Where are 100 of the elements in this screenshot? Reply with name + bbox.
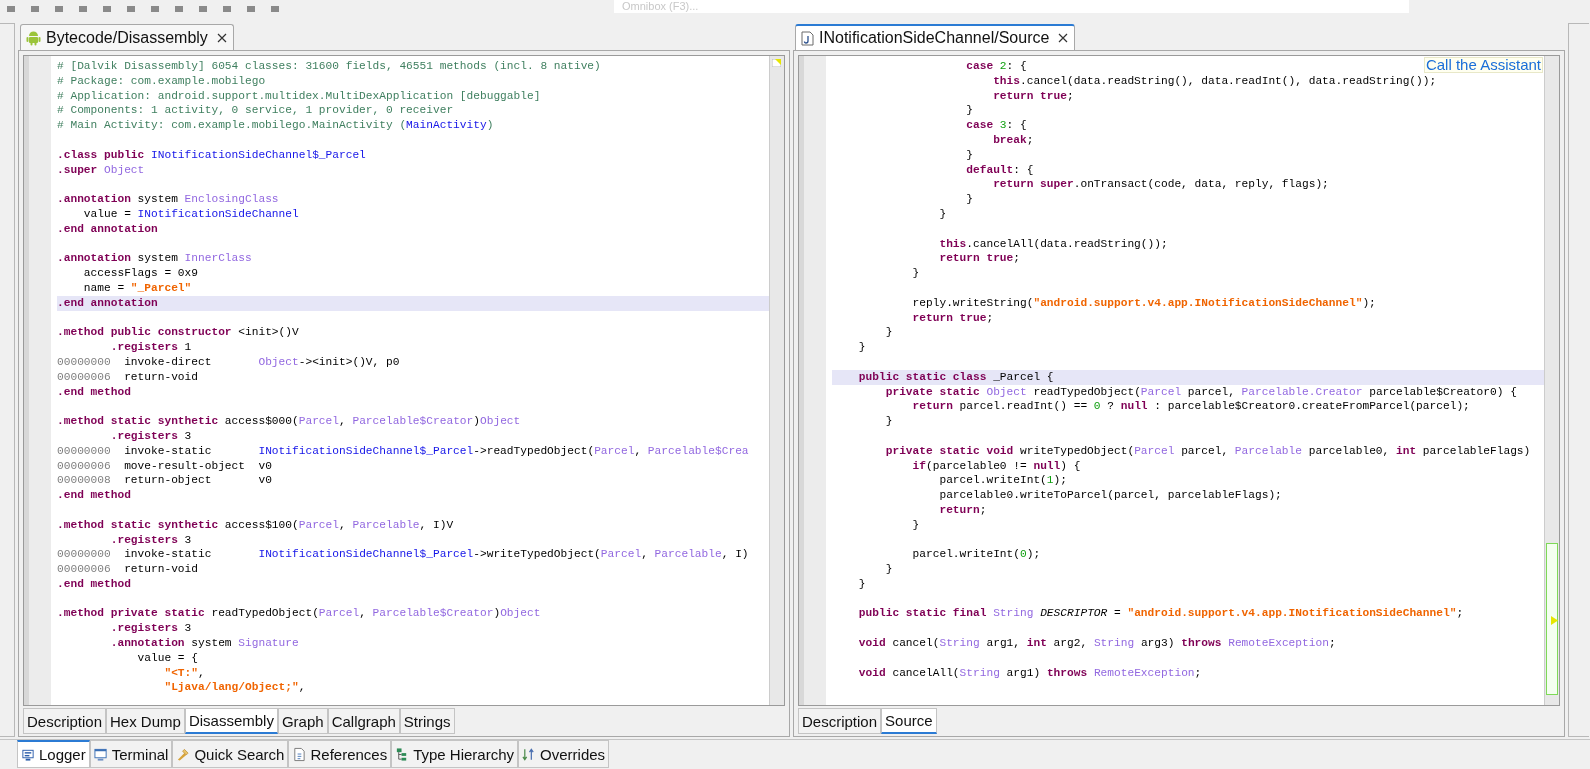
code-line: # Package: com.example.mobilego <box>57 73 266 89</box>
code-line: .end method <box>57 488 131 503</box>
code-line: } <box>965 103 973 119</box>
code-line: return; <box>938 502 987 518</box>
code-line: .end method <box>57 576 131 592</box>
toolbar-icon[interactable] <box>246 6 256 13</box>
code-line: .end method <box>57 384 131 400</box>
view-tab[interactable]: Source <box>881 708 937 734</box>
marker-icon <box>1551 616 1558 625</box>
code-line: return true; <box>938 251 1020 267</box>
code-line: parcel.writeInt(1); <box>938 473 1067 489</box>
code-line: 00000000 invoke-static INotificationSideChannel$_Parcel->readTypedObject(Parcel, Parcelable$Crea <box>57 443 749 459</box>
view-tab[interactable]: Hex Dump <box>106 708 185 734</box>
code-line: } <box>965 147 973 163</box>
code-line: .super Object <box>57 162 145 178</box>
console-tab[interactable]: Logger <box>17 740 90 768</box>
toolbar-icon[interactable] <box>54 6 64 13</box>
code-line: case 2: { <box>965 59 1027 74</box>
code-line: .registers 3 <box>109 621 192 637</box>
console-tab[interactable]: Quick Search <box>172 740 289 768</box>
code-line: # Application: android.support.multidex.MultiDexApplication [debuggable] <box>57 88 541 104</box>
toolbar-icon[interactable] <box>222 6 232 13</box>
code-line: public static final String DESCRIPTOR = "android.support.v4.app.INotificationSideChannel"; <box>857 606 1464 622</box>
code-line: .annotation system Signature <box>109 636 299 651</box>
code-line: 00000000 invoke-direct Object-><init>()V, p0 <box>57 354 400 370</box>
code-line: 00000006 return-void <box>57 369 198 385</box>
code-line: # Main Activity: com.example.mobilego.MainActivity (MainActivity) <box>57 118 494 133</box>
code-line: # Components: 1 activity, 0 service, 1 provider, 0 receiver <box>57 103 454 119</box>
toolbar-icon[interactable] <box>150 6 160 13</box>
close-icon[interactable] <box>1058 33 1069 43</box>
code-line: value = INotificationSideChannel <box>82 206 299 222</box>
code-line: name = "_Parcel" <box>82 280 192 296</box>
code-line: } <box>857 340 866 355</box>
code-line: .registers 1 <box>109 340 192 355</box>
code-line: .annotation system InnerClass <box>57 251 252 267</box>
toolbar-icon[interactable] <box>102 6 112 13</box>
code-line: return parcel.readInt() == 0 ? null : parcelable$Creator0.createFromParcel(parcel); <box>911 399 1470 415</box>
code-line: 00000006 move-result-object v0 <box>57 458 272 474</box>
code-line: } <box>938 206 947 222</box>
editor-tab[interactable]: Bytecode/Disassembly <box>20 24 234 50</box>
code-line: this.cancelAll(data.readString()); <box>938 236 1168 252</box>
code-line: value = { <box>136 650 198 666</box>
code-line: } <box>911 517 920 533</box>
android-icon <box>26 29 41 46</box>
view-tab[interactable]: Callgraph <box>327 708 400 734</box>
code-line: private static Object readTypedObject(Parcel parcel, Parcelable.Creator parcelable$Creator0) { <box>884 384 1517 400</box>
code-line: return true; <box>992 88 1074 104</box>
editor-tab[interactable]: INotificationSideChannel/Source <box>795 24 1076 50</box>
code-line: } <box>911 266 920 281</box>
code-line: } <box>857 576 866 592</box>
scrollbar[interactable] <box>1544 56 1559 705</box>
toolbar-icon[interactable] <box>78 6 88 13</box>
code-line: } <box>884 325 893 341</box>
scrollbar[interactable] <box>769 56 784 705</box>
java-file-icon <box>801 30 814 46</box>
code-line: .registers 3 <box>109 428 192 444</box>
code-line: parcelable0.writeToParcel(parcel, parcelableFlags); <box>938 488 1282 503</box>
view-tab[interactable]: Description <box>23 708 107 734</box>
code-line: "Ljava/lang/Object;", <box>163 680 306 696</box>
code-line: .registers 3 <box>109 532 192 548</box>
view-tab[interactable]: Description <box>798 708 882 734</box>
terminal-icon <box>93 746 108 762</box>
code-line: this.cancel(data.readString(), data.readInt(), data.readString()); <box>992 73 1437 89</box>
console-tab[interactable]: Terminal <box>89 740 173 768</box>
code-line: void cancelAll(String arg1) throws RemoteException; <box>857 665 1202 681</box>
code-line: .method public constructor <init>()V <box>57 325 299 341</box>
arrows-icon <box>522 746 537 762</box>
code-line: reply.writeString("android.support.v4.app.INotificationSideChannel"); <box>911 295 1376 311</box>
code-line: accessFlags = 0x9 <box>82 266 198 281</box>
toolbar-icon[interactable] <box>126 6 136 13</box>
console-tab[interactable]: References <box>288 740 392 768</box>
toolbar-icon[interactable] <box>6 6 16 13</box>
wand-icon <box>176 746 191 762</box>
toolbar-icon[interactable] <box>270 6 280 13</box>
code-line: 00000006 return-void <box>57 562 198 577</box>
code-line: "<T:", <box>163 665 205 681</box>
view-tab[interactable]: Strings <box>399 708 455 734</box>
view-tab[interactable]: Disassembly <box>184 708 278 734</box>
code-line: parcel.writeInt(0); <box>911 547 1041 563</box>
code-line: } <box>965 192 973 207</box>
toolbar-icon[interactable] <box>174 6 184 13</box>
code-line: .class public INotificationSideChannel$_Parcel <box>57 147 366 163</box>
document-icon <box>292 746 307 762</box>
code-line: private static void writeTypedObject(Parcel parcel, Parcelable parcelable0, int parcelableFlags) <box>884 443 1531 459</box>
marker-icon <box>772 59 781 67</box>
monitor-icon <box>21 747 35 762</box>
console-tab[interactable]: Type Hierarchy <box>391 740 519 768</box>
toolbar-icon[interactable] <box>30 6 40 13</box>
code-line: .method static synthetic access$000(Parcel, Parcelable$Creator)Object <box>57 414 521 429</box>
code-line: .annotation system EnclosingClass <box>57 192 279 207</box>
code-line: } <box>884 414 893 429</box>
close-icon[interactable] <box>216 32 227 43</box>
toolbar-icon[interactable] <box>198 6 208 13</box>
assistant-tooltip[interactable]: Call the Assistant <box>1423 57 1543 73</box>
code-line: case 3: { <box>965 118 1027 133</box>
code-line: 00000008 return-object v0 <box>57 473 272 489</box>
code-line: void cancel(String arg1, int arg2, String arg3) throws RemoteException; <box>857 636 1336 651</box>
code-line: .end annotation <box>57 221 158 237</box>
view-tab[interactable]: Graph <box>277 708 328 734</box>
console-tab[interactable]: Overrides <box>518 740 610 768</box>
